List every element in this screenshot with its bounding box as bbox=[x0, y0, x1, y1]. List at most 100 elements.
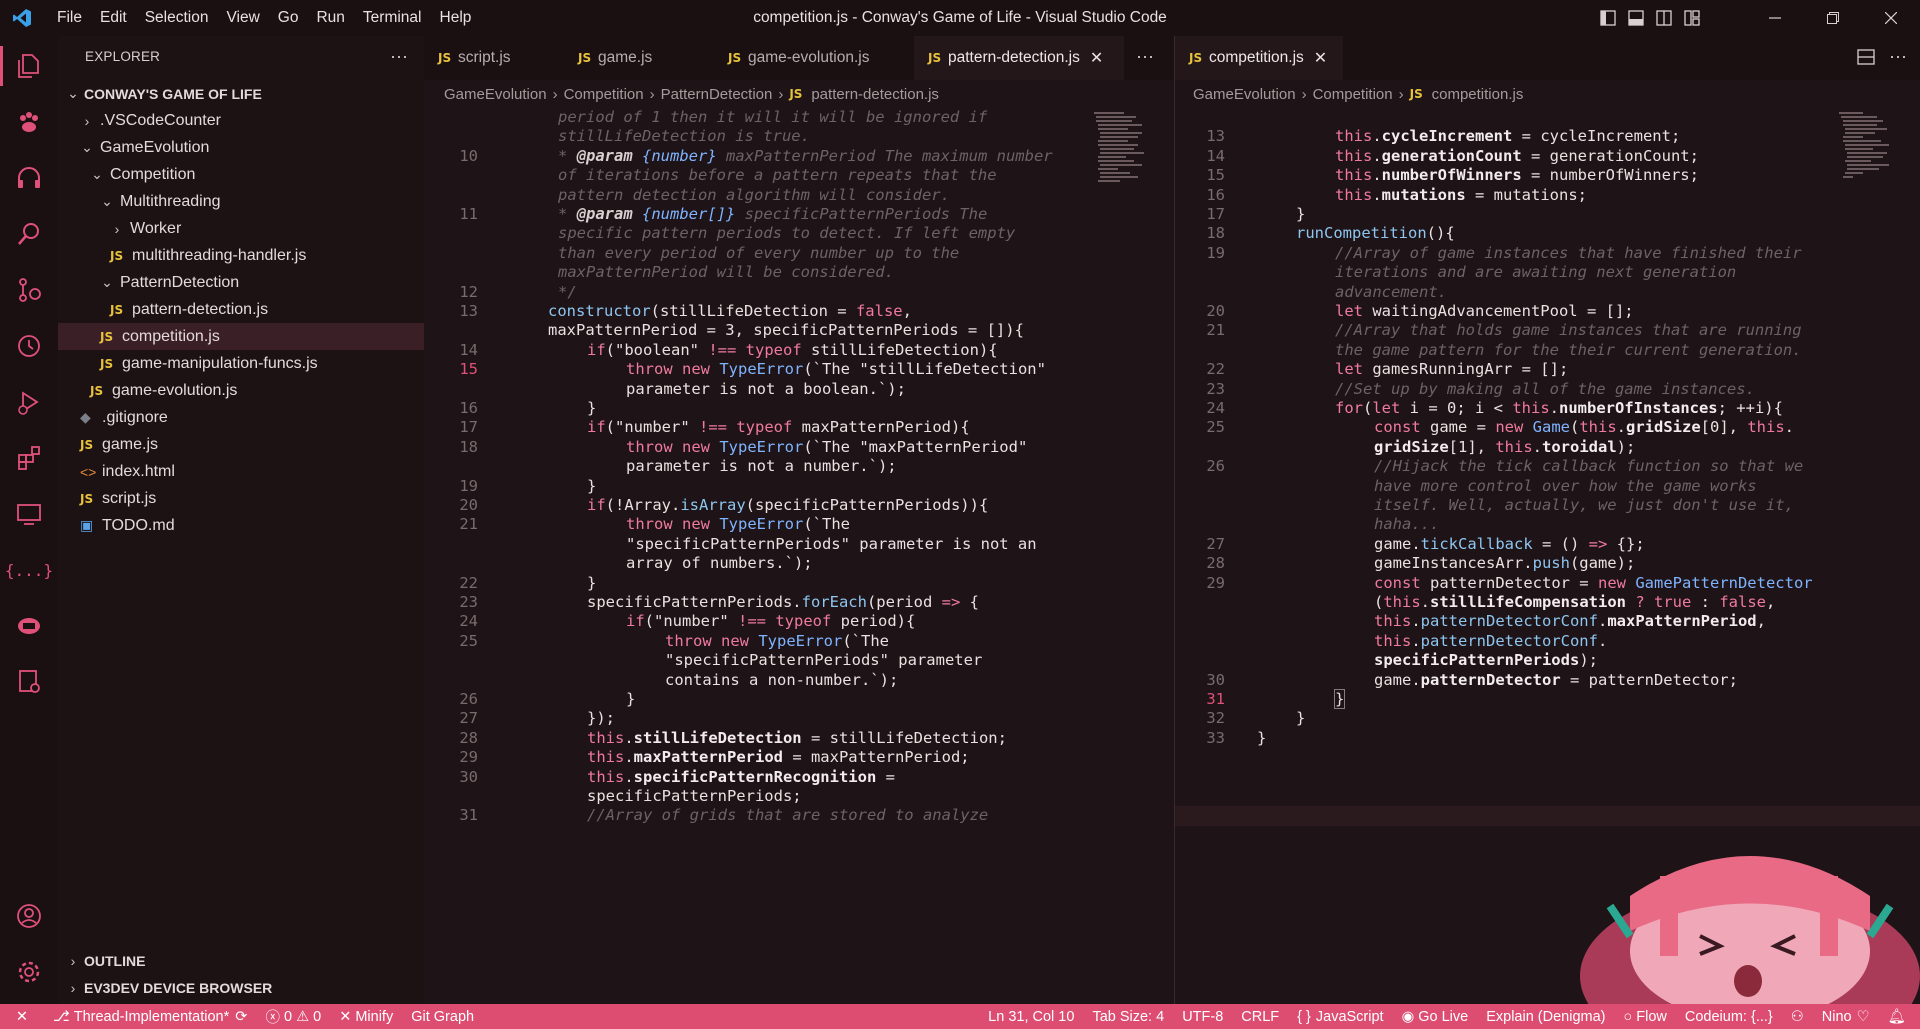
split-editor-icon[interactable] bbox=[1857, 49, 1875, 69]
tree-item-game-evolution[interactable]: JS game-evolution.js bbox=[58, 377, 424, 404]
tree-item-pattern-detection[interactable]: JS pattern-detection.js bbox=[58, 296, 424, 323]
tab-game-js[interactable]: JS game.js bbox=[564, 36, 714, 80]
broadcast-icon: ◉ bbox=[1401, 1008, 1415, 1025]
ev3-robot-icon[interactable] bbox=[0, 602, 58, 650]
menu-terminal[interactable]: Terminal bbox=[354, 0, 431, 36]
menu-go[interactable]: Go bbox=[269, 0, 308, 36]
encoding[interactable]: UTF-8 bbox=[1173, 1004, 1232, 1029]
left-minimap[interactable] bbox=[1092, 108, 1152, 208]
braces-icon: { } bbox=[1297, 1008, 1311, 1025]
account-icon[interactable] bbox=[0, 892, 58, 940]
breadcrumb-patterndetection[interactable]: PatternDetection bbox=[661, 86, 773, 103]
branch-indicator[interactable]: ⎇ Thread-Implementation* ⟳ bbox=[44, 1004, 256, 1029]
toggle-secondary-sidebar-icon[interactable] bbox=[1650, 0, 1678, 36]
timeline-icon[interactable] bbox=[0, 322, 58, 370]
tab-game-evolution-js[interactable]: JS game-evolution.js bbox=[714, 36, 914, 80]
breadcrumb-competition-js[interactable]: competition.js bbox=[1432, 86, 1524, 103]
remote-explorer-icon[interactable] bbox=[0, 490, 58, 538]
remote-indicator-icon[interactable]: ✕ bbox=[0, 1004, 44, 1029]
breadcrumb-competition[interactable]: Competition bbox=[1313, 86, 1393, 103]
explain-denigma-button[interactable]: Explain (Denigma) bbox=[1477, 1004, 1614, 1029]
codeium-status[interactable]: Codeium: {...} bbox=[1676, 1004, 1782, 1029]
paw-icon[interactable] bbox=[0, 98, 58, 146]
menu-run[interactable]: Run bbox=[307, 0, 353, 36]
search-icon[interactable] bbox=[0, 210, 58, 258]
status-bar: ✕ ⎇ Thread-Implementation* ⟳ ⓧ 0 ⚠ 0 ✕ Mini… bbox=[0, 1004, 1920, 1029]
current-line-highlight bbox=[1175, 806, 1920, 827]
tab-pattern-detection-js[interactable]: JS pattern-detection.js ✕ bbox=[914, 36, 1124, 80]
tree-item-gitignore[interactable]: ◆ .gitignore bbox=[58, 404, 424, 431]
run-debug-icon[interactable] bbox=[0, 378, 58, 426]
chevron-right-icon: › bbox=[114, 220, 120, 237]
menu-selection[interactable]: Selection bbox=[136, 0, 218, 36]
editor-more-actions-icon[interactable]: ··· bbox=[1889, 36, 1907, 80]
toggle-sidebar-icon[interactable] bbox=[1594, 0, 1622, 36]
menu-view[interactable]: View bbox=[217, 0, 268, 36]
left-code-area[interactable]: period of 1 then it will it will be igno… bbox=[424, 108, 1174, 1004]
tree-item-game-js[interactable]: JS game.js bbox=[58, 431, 424, 458]
breadcrumb-gameevolution[interactable]: GameEvolution bbox=[1193, 86, 1296, 103]
headphones-icon[interactable] bbox=[0, 154, 58, 202]
tree-item-worker[interactable]: › Worker bbox=[58, 215, 424, 242]
settings-sync-icon[interactable] bbox=[0, 658, 58, 706]
tree-item-vscodecounter[interactable]: › .VSCodeCounter bbox=[58, 107, 424, 134]
restore-icon[interactable] bbox=[1804, 0, 1862, 36]
breadcrumb-pattern-detection-js[interactable]: pattern-detection.js bbox=[811, 86, 939, 103]
menu-file[interactable]: File bbox=[48, 0, 91, 36]
tree-item-multithreading-handler[interactable]: JS multithreading-handler.js bbox=[58, 242, 424, 269]
source-control-icon[interactable] bbox=[0, 266, 58, 314]
close-tab-icon[interactable]: ✕ bbox=[1090, 48, 1103, 68]
menu-help[interactable]: Help bbox=[431, 0, 481, 36]
manage-gear-icon[interactable] bbox=[0, 948, 58, 996]
explorer-icon[interactable] bbox=[0, 42, 58, 90]
tab-script-js[interactable]: JS script.js bbox=[424, 36, 564, 80]
tab-competition-js[interactable]: JS competition.js ✕ bbox=[1175, 36, 1343, 80]
tree-item-game-manipulation-funcs[interactable]: JS game-manipulation-funcs.js bbox=[58, 350, 424, 377]
editor-more-actions-icon[interactable]: ··· bbox=[1136, 36, 1154, 80]
js-file-icon: JS bbox=[1189, 51, 1203, 65]
tree-item-gameevolution[interactable]: ⌄ GameEvolution bbox=[58, 134, 424, 161]
json-braces-icon[interactable]: {...} bbox=[0, 546, 58, 594]
minify-icon: ✕ bbox=[339, 1008, 352, 1025]
js-file-icon: JS bbox=[928, 51, 942, 65]
extensions-icon[interactable] bbox=[0, 434, 58, 482]
workspace-root[interactable]: ⌄ CONWAY'S GAME OF LIFE bbox=[58, 80, 424, 107]
notifications-bell-icon[interactable]: 🔔︎ bbox=[1879, 1004, 1920, 1029]
chevron-right-icon: › bbox=[70, 952, 76, 969]
language-mode[interactable]: { } JavaScript bbox=[1288, 1004, 1392, 1029]
toggle-panel-icon[interactable] bbox=[1622, 0, 1650, 36]
gear-file-icon: ◆ bbox=[80, 409, 91, 425]
tree-item-todo-md[interactable]: ▣ TODO.md bbox=[58, 512, 424, 539]
problems-indicator[interactable]: ⓧ 0 ⚠ 0 bbox=[256, 1004, 330, 1029]
breadcrumb-competition[interactable]: Competition bbox=[564, 86, 644, 103]
close-tab-icon[interactable]: ✕ bbox=[1314, 48, 1327, 68]
customize-layout-icon[interactable] bbox=[1678, 0, 1706, 36]
anime-character-decoration bbox=[1520, 836, 1920, 1004]
end-of-line[interactable]: CRLF bbox=[1232, 1004, 1288, 1029]
tab-size[interactable]: Tab Size: 4 bbox=[1083, 1004, 1173, 1029]
more-actions-icon[interactable]: ··· bbox=[390, 46, 408, 67]
git-graph-button[interactable]: Git Graph bbox=[402, 1004, 483, 1029]
tree-item-competition-js[interactable]: JS competition.js bbox=[58, 323, 424, 350]
flow-button[interactable]: ○ Flow bbox=[1615, 1004, 1676, 1029]
user-indicator[interactable]: Nino ♡ bbox=[1813, 1004, 1879, 1029]
minify-button[interactable]: ✕ Minify bbox=[330, 1004, 402, 1029]
tree-item-patterndetection[interactable]: ⌄ PatternDetection bbox=[58, 269, 424, 296]
menu-edit[interactable]: Edit bbox=[91, 0, 136, 36]
title-bar: File Edit Selection View Go Run Terminal… bbox=[0, 0, 1920, 36]
js-file-icon: JS bbox=[80, 437, 94, 452]
close-icon[interactable] bbox=[1862, 0, 1920, 36]
outline-section[interactable]: › OUTLINE bbox=[58, 947, 424, 974]
minimize-icon[interactable] bbox=[1746, 0, 1804, 36]
right-minimap[interactable] bbox=[1837, 108, 1897, 208]
live-share-icon[interactable]: ⚇ bbox=[1782, 1004, 1813, 1029]
tree-item-multithreading[interactable]: ⌄ Multithreading bbox=[58, 188, 424, 215]
tree-item-script-js[interactable]: JS script.js bbox=[58, 485, 424, 512]
tree-item-competition[interactable]: ⌄ Competition bbox=[58, 161, 424, 188]
js-file-icon: JS bbox=[1409, 87, 1423, 101]
ev3dev-section[interactable]: › EV3DEV DEVICE BROWSER bbox=[58, 974, 424, 1001]
breadcrumb-gameevolution[interactable]: GameEvolution bbox=[444, 86, 547, 103]
tree-item-index-html[interactable]: <> index.html bbox=[58, 458, 424, 485]
cursor-position[interactable]: Ln 31, Col 10 bbox=[979, 1004, 1083, 1029]
go-live-button[interactable]: ◉ Go Live bbox=[1393, 1004, 1478, 1029]
